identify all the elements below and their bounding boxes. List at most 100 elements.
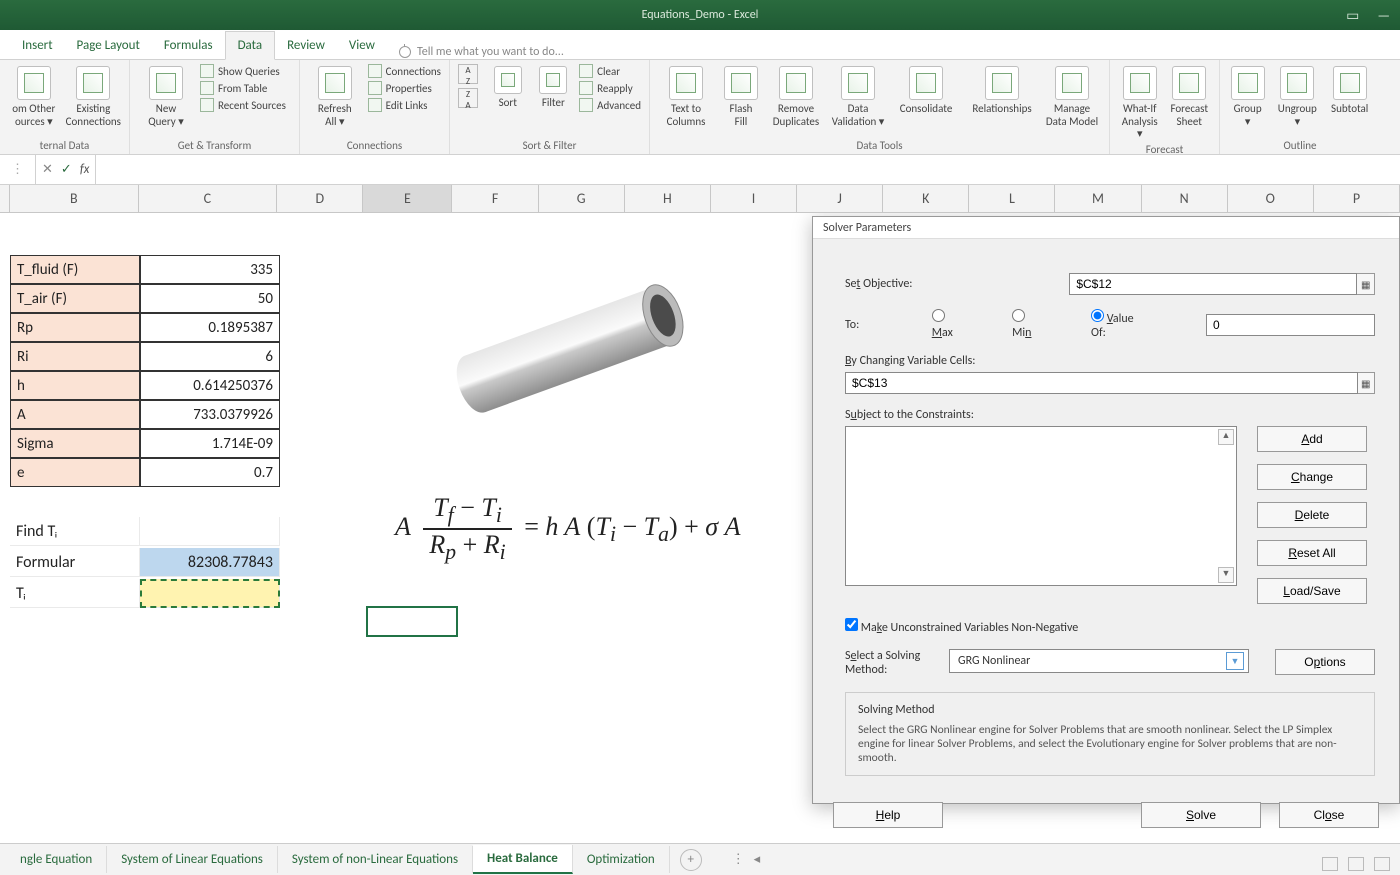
- param-label[interactable]: e: [10, 458, 140, 487]
- load-save-button[interactable]: Load/Save: [1257, 578, 1367, 604]
- param-value[interactable]: 1.714E-09: [140, 429, 280, 458]
- solving-method-select[interactable]: GRG Nonlinear ▼: [949, 649, 1249, 673]
- param-label[interactable]: Ri: [10, 342, 140, 371]
- lower-value[interactable]: [140, 579, 280, 608]
- col-header-C[interactable]: C: [139, 185, 278, 212]
- relationships-button[interactable]: Relationships: [966, 64, 1038, 116]
- formula-input[interactable]: [95, 155, 1400, 184]
- param-value[interactable]: 0.1895387: [140, 313, 280, 342]
- col-header-H[interactable]: H: [625, 185, 711, 212]
- col-header-M[interactable]: M: [1055, 185, 1141, 212]
- from-table-button[interactable]: From Table: [200, 81, 286, 95]
- name-box[interactable]: ⋮: [0, 155, 36, 184]
- new-sheet-button[interactable]: +: [680, 849, 702, 871]
- param-value[interactable]: 50: [140, 284, 280, 313]
- sheet-tab-3[interactable]: Heat Balance: [473, 845, 573, 874]
- sort-asc-button[interactable]: AZ: [458, 64, 478, 84]
- edit-links-button[interactable]: Edit Links: [368, 98, 441, 112]
- reapply-button[interactable]: Reapply: [579, 81, 641, 95]
- param-label[interactable]: Rp: [10, 313, 140, 342]
- col-header-J[interactable]: J: [797, 185, 883, 212]
- horizontal-scroll-stub[interactable]: ⋮ ◂: [732, 852, 760, 867]
- tab-page-layout[interactable]: Page Layout: [65, 32, 152, 59]
- ribbon-display-options-icon[interactable]: ▭: [1346, 7, 1359, 24]
- param-value[interactable]: 335: [140, 255, 280, 284]
- change-constraint-button[interactable]: Change: [1257, 464, 1367, 490]
- what-if-analysis-button[interactable]: What-If Analysis ▾: [1118, 64, 1162, 141]
- flash-fill-button[interactable]: Flash Fill: [720, 64, 762, 128]
- tab-data[interactable]: Data: [225, 31, 276, 60]
- group-button[interactable]: Group ▾: [1228, 64, 1267, 128]
- clear-button[interactable]: Clear: [579, 64, 641, 78]
- sheet-tab-4[interactable]: Optimization: [573, 846, 670, 873]
- param-label[interactable]: A: [10, 400, 140, 429]
- constraints-listbox[interactable]: ▲ ▼: [845, 426, 1237, 586]
- param-label[interactable]: Sigma: [10, 429, 140, 458]
- data-validation-button[interactable]: Data Validation ▾: [830, 64, 886, 128]
- help-button[interactable]: Help: [833, 802, 943, 828]
- subtotal-button[interactable]: Subtotal: [1327, 64, 1372, 116]
- sheet-tab-1[interactable]: System of Linear Equations: [107, 846, 278, 873]
- remove-duplicates-button[interactable]: Remove Duplicates: [768, 64, 824, 128]
- delete-constraint-button[interactable]: Delete: [1257, 502, 1367, 528]
- value-of-input[interactable]: [1206, 314, 1375, 336]
- options-button[interactable]: Options: [1275, 649, 1375, 675]
- col-header-O[interactable]: O: [1228, 185, 1314, 212]
- param-label[interactable]: T_fluid (F): [10, 255, 140, 284]
- param-value[interactable]: 0.7: [140, 458, 280, 487]
- sheet-tab-0[interactable]: ngle Equation: [6, 846, 107, 873]
- objective-input[interactable]: [1069, 273, 1357, 295]
- solve-button[interactable]: Solve: [1141, 802, 1261, 828]
- text-to-columns-button[interactable]: Text to Columns: [658, 64, 714, 128]
- new-query-button[interactable]: New Query ▾: [138, 64, 194, 128]
- active-cell[interactable]: [367, 607, 457, 636]
- col-header-E[interactable]: E: [363, 185, 452, 212]
- connections-button[interactable]: Connections: [368, 64, 441, 78]
- make-unconstrained-checkbox[interactable]: Make Unconstrained Variables Non-Negativ…: [845, 618, 1078, 635]
- view-normal-icon[interactable]: [1322, 857, 1338, 871]
- tab-formulas[interactable]: Formulas: [152, 32, 225, 59]
- view-page-break-icon[interactable]: [1374, 857, 1390, 871]
- from-other-sources-button[interactable]: om Other ources ▾: [8, 64, 60, 128]
- col-header-N[interactable]: N: [1142, 185, 1228, 212]
- tab-review[interactable]: Review: [275, 32, 337, 59]
- solver-titlebar[interactable]: Solver Parameters: [813, 217, 1399, 239]
- col-header-L[interactable]: L: [969, 185, 1055, 212]
- tab-view[interactable]: View: [337, 32, 387, 59]
- changing-range-picker-icon[interactable]: ▦: [1358, 372, 1375, 394]
- show-queries-button[interactable]: Show Queries: [200, 64, 286, 78]
- advanced-button[interactable]: Advanced: [579, 98, 641, 112]
- reset-all-button[interactable]: Reset All: [1257, 540, 1367, 566]
- radio-value-of[interactable]: Value Of:: [1091, 309, 1144, 340]
- view-page-layout-icon[interactable]: [1348, 857, 1364, 871]
- param-value[interactable]: 0.614250376: [140, 371, 280, 400]
- objective-range-picker-icon[interactable]: ▦: [1357, 273, 1375, 295]
- col-header-B[interactable]: B: [10, 185, 139, 212]
- fx-icon[interactable]: fx: [80, 162, 90, 177]
- tell-me-search[interactable]: Tell me what you want to do...: [399, 45, 564, 59]
- col-header-I[interactable]: I: [711, 185, 797, 212]
- col-header-G[interactable]: G: [539, 185, 625, 212]
- close-button[interactable]: Close: [1279, 802, 1379, 828]
- param-value[interactable]: 6: [140, 342, 280, 371]
- chevron-down-icon[interactable]: ▼: [1226, 652, 1244, 670]
- ungroup-button[interactable]: Ungroup ▾: [1273, 64, 1321, 128]
- filter-button[interactable]: Filter: [534, 64, 574, 110]
- grid-area[interactable]: T_fluid (F)335T_air (F)50Rp0.1895387Ri6h…: [0, 213, 1400, 843]
- sort-desc-button[interactable]: ZA: [458, 88, 478, 108]
- radio-max[interactable]: Max: [932, 309, 964, 340]
- col-header-K[interactable]: K: [883, 185, 969, 212]
- add-constraint-button[interactable]: Add: [1257, 426, 1367, 452]
- param-value[interactable]: 733.0379926: [140, 400, 280, 429]
- lower-label[interactable]: Tᵢ: [10, 579, 140, 608]
- enter-icon[interactable]: ✓: [61, 162, 72, 177]
- param-label[interactable]: h: [10, 371, 140, 400]
- recent-sources-button[interactable]: Recent Sources: [200, 98, 286, 112]
- cancel-icon[interactable]: ✕: [42, 162, 53, 177]
- tab-insert[interactable]: Insert: [10, 32, 65, 59]
- forecast-sheet-button[interactable]: Forecast Sheet: [1168, 64, 1212, 128]
- changing-cells-input[interactable]: [845, 372, 1358, 394]
- lower-label[interactable]: Formular: [10, 548, 140, 577]
- lower-value[interactable]: 82308.77843: [140, 548, 280, 577]
- manage-data-model-button[interactable]: Manage Data Model: [1044, 64, 1100, 128]
